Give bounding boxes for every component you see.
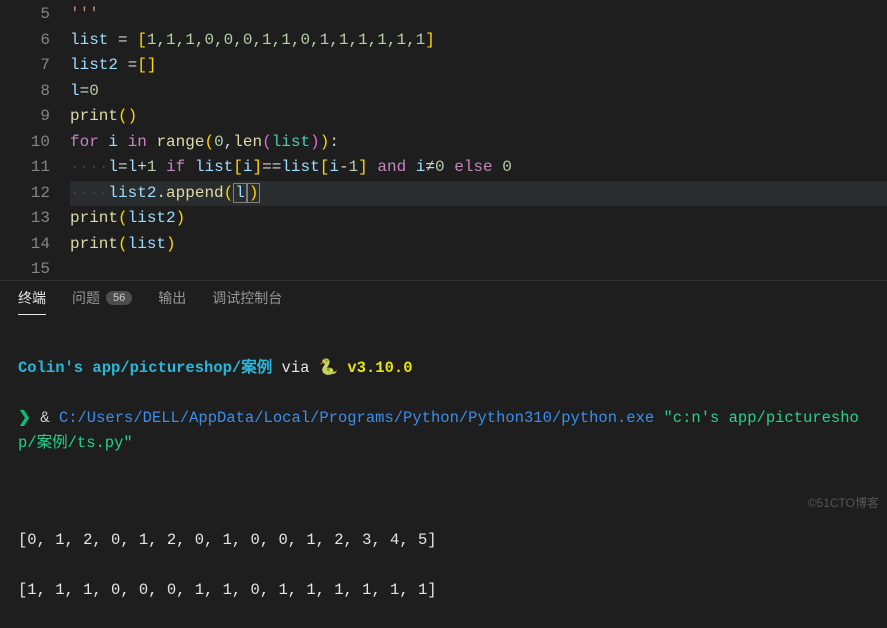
code-line: for i in range(0,len(list)): [70, 130, 887, 156]
line-number: 9 [0, 104, 50, 130]
line-number: 12 [0, 181, 50, 207]
code-line: print(list2) [70, 206, 887, 232]
problems-badge: 56 [106, 291, 132, 305]
terminal-output: [1, 1, 1, 0, 0, 0, 1, 1, 0, 1, 1, 1, 1, … [18, 578, 869, 603]
line-number: 10 [0, 130, 50, 156]
watermark: ©51CTO博客 [808, 494, 879, 511]
code-line: ''' [70, 2, 887, 28]
code-line: ····l=l+1 if list[i]==list[i-1] and i≠0 … [70, 155, 887, 181]
line-number: 8 [0, 79, 50, 105]
terminal-output: [0, 1, 2, 0, 1, 2, 0, 1, 0, 0, 1, 2, 3, … [18, 528, 869, 553]
code-editor[interactable]: 5 6 7 8 9 10 11 12 13 14 15 ''' list = [… [0, 0, 887, 280]
terminal-command-line: ❯ & C:/Users/DELL/AppData/Local/Programs… [18, 406, 869, 456]
code-line [70, 257, 887, 283]
line-number: 6 [0, 28, 50, 54]
tab-terminal[interactable]: 终端 [18, 282, 46, 315]
line-number: 13 [0, 206, 50, 232]
code-line: list2 =[] [70, 53, 887, 79]
code-line-active: ····list2.append(l) [70, 181, 887, 207]
code-area[interactable]: ''' list = [1,1,1,0,0,0,1,1,0,1,1,1,1,1,… [70, 0, 887, 280]
line-gutter: 5 6 7 8 9 10 11 12 13 14 15 [0, 0, 70, 280]
tab-debug[interactable]: 调试控制台 [212, 282, 282, 314]
panel-tabs: 终端 问题56 输出 调试控制台 [0, 280, 887, 315]
code-line: l=0 [70, 79, 887, 105]
code-line: print() [70, 104, 887, 130]
line-number: 14 [0, 232, 50, 258]
terminal-panel[interactable]: Colin's app/pictureshop/案例 via 🐍 v3.10.0… [0, 315, 887, 628]
tab-output[interactable]: 输出 [158, 282, 186, 314]
line-number: 15 [0, 257, 50, 283]
code-line: list = [1,1,1,0,0,0,1,1,0,1,1,1,1,1,1] [70, 28, 887, 54]
line-number: 11 [0, 155, 50, 181]
line-number: 5 [0, 2, 50, 28]
terminal-prompt-line: Colin's app/pictureshop/案例 via 🐍 v3.10.0 [18, 356, 869, 381]
line-number: 7 [0, 53, 50, 79]
tab-problems[interactable]: 问题56 [72, 282, 132, 314]
code-line: print(list) [70, 232, 887, 258]
